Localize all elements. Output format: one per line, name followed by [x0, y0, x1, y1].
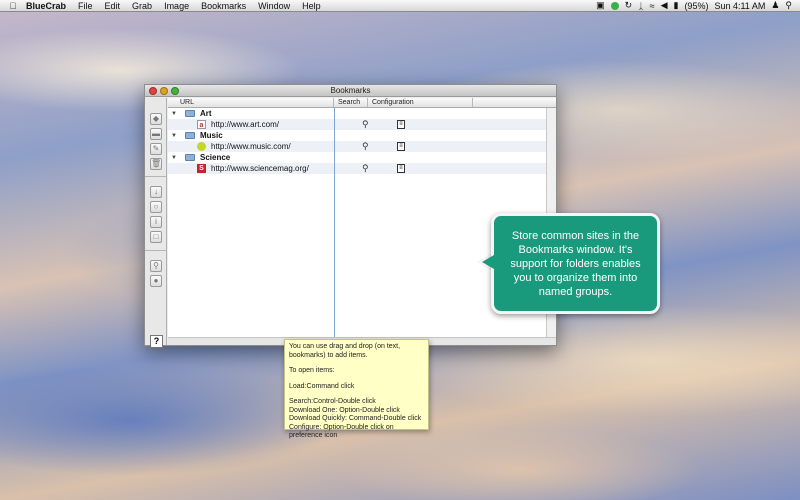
feature-callout: Store common sites in the Bookmarks wind…	[491, 213, 660, 314]
menu-image[interactable]: Image	[158, 1, 195, 11]
preference-icon[interactable]: ≡	[397, 120, 405, 129]
info-icon[interactable]: i	[150, 216, 162, 228]
screen-icon[interactable]: ▣	[596, 0, 605, 11]
bookmark-row-art[interactable]: a http://www.art.com/ ⚲ ≡	[168, 119, 556, 130]
tooltip-line: You can use drag and drop (on text, book…	[289, 343, 401, 359]
messages-status-icon[interactable]	[610, 1, 619, 10]
add-bookmark-button[interactable]: ◆	[150, 113, 162, 125]
column-header-url[interactable]: URL	[168, 98, 334, 107]
preference-icon[interactable]: ≡	[397, 164, 405, 173]
folder-row-science[interactable]: ▼ Science	[168, 152, 556, 163]
bookmark-row-music[interactable]: http://www.music.com/ ⚲ ≡	[168, 141, 556, 152]
menu-bar:  BlueCrab File Edit Grab Image Bookmark…	[0, 0, 800, 12]
preference-icon[interactable]: ≡	[397, 142, 405, 151]
bookmark-url: http://www.music.com/	[211, 142, 291, 151]
download-icon[interactable]: ↓	[150, 186, 162, 198]
disclosure-triangle-icon[interactable]: ▼	[171, 155, 177, 161]
minimize-icon[interactable]	[160, 87, 168, 95]
clock[interactable]: Sun 4:11 AM	[714, 1, 765, 11]
tooltip-line: To open items:	[289, 367, 335, 374]
new-folder-button[interactable]: ▬	[150, 128, 162, 140]
column-header-configuration[interactable]: Configuration	[368, 98, 473, 107]
search-icon[interactable]: ⚲	[362, 119, 369, 130]
tooltip-line: Download One: Option-Double click	[289, 406, 400, 414]
folder-label: Art	[200, 109, 212, 118]
menu-help[interactable]: Help	[296, 1, 327, 11]
column-header-search[interactable]: Search	[334, 98, 368, 107]
art-site-icon: a	[197, 120, 206, 129]
folder-row-art[interactable]: ▼ Art	[168, 108, 556, 119]
bookmark-url: http://www.art.com/	[211, 120, 280, 129]
menu-window[interactable]: Window	[252, 1, 296, 11]
user-icon[interactable]: ♟	[771, 0, 779, 11]
side-toolbar: ◆ ▬ ✎ 🗑 ↓ ○ i □ ⚲ ● ?	[145, 98, 167, 348]
window-title: Bookmarks	[330, 86, 371, 95]
menu-grab[interactable]: Grab	[126, 1, 158, 11]
spotlight-icon[interactable]: ⚲	[785, 0, 792, 11]
battery-percent: (95%)	[684, 0, 709, 11]
column-header-empty	[473, 98, 556, 107]
close-icon[interactable]	[149, 87, 157, 95]
toolbar-divider	[145, 250, 167, 251]
help-button[interactable]: ?	[150, 335, 163, 348]
zoom-icon[interactable]	[171, 87, 179, 95]
callout-pointer-fill	[482, 255, 494, 269]
disclosure-triangle-icon[interactable]: ▼	[171, 133, 177, 139]
tooltip-line: Configure: Option-Double click on prefer…	[289, 423, 394, 440]
column-divider	[334, 108, 335, 345]
menu-bookmarks[interactable]: Bookmarks	[195, 1, 252, 11]
music-site-icon	[197, 142, 206, 151]
menu-bluecrab[interactable]: BlueCrab	[20, 1, 72, 11]
toolbar-divider	[145, 176, 167, 177]
folder-icon	[185, 132, 195, 139]
bookmark-row-science[interactable]: S http://www.sciencemag.org/ ⚲ ≡	[168, 163, 556, 174]
edit-bookmark-button[interactable]: ✎	[150, 143, 162, 155]
tooltip-line: Download Quickly: Command-Double click	[289, 415, 422, 422]
column-header-row: URL Search Configuration	[168, 98, 556, 108]
wifi-icon[interactable]: ≈	[650, 1, 655, 11]
callout-text: Store common sites in the Bookmarks wind…	[510, 229, 641, 298]
tooltip-line: Load:Command click	[289, 382, 355, 390]
window-controls	[149, 87, 179, 95]
configure-icon[interactable]: □	[150, 231, 162, 243]
folder-icon	[185, 110, 195, 117]
folder-icon	[185, 154, 195, 161]
delete-icon[interactable]: 🗑	[150, 158, 162, 170]
globe-icon[interactable]: ●	[150, 275, 162, 287]
folder-label: Music	[200, 131, 223, 140]
menu-file[interactable]: File	[72, 1, 99, 11]
battery-icon[interactable]: ▮	[673, 0, 678, 11]
search-icon[interactable]: ⚲	[362, 141, 369, 152]
help-tooltip: You can use drag and drop (on text, book…	[284, 339, 429, 439]
search-icon[interactable]: ⚲	[362, 163, 369, 174]
window-titlebar[interactable]: Bookmarks	[145, 85, 556, 97]
science-site-icon: S	[197, 164, 206, 173]
apple-menu-icon[interactable]: 	[6, 1, 20, 11]
time-machine-icon[interactable]: ↻	[625, 0, 633, 11]
disclosure-triangle-icon[interactable]: ▼	[171, 111, 177, 117]
menu-edit[interactable]: Edit	[99, 1, 127, 11]
search-icon[interactable]: ⚲	[150, 260, 162, 272]
download-quick-icon[interactable]: ○	[150, 201, 162, 213]
folder-row-music[interactable]: ▼ Music	[168, 130, 556, 141]
bluetooth-icon[interactable]: ᛣ	[638, 1, 643, 11]
status-area: ▣ ↻ ᛣ ≈ ◀ ▮ (95%) Sun 4:11 AM ♟ ⚲	[596, 0, 800, 11]
volume-icon[interactable]: ◀	[661, 0, 668, 11]
bookmark-url: http://www.sciencemag.org/	[211, 164, 309, 173]
folder-label: Science	[200, 153, 231, 162]
tooltip-line: Search:Control-Double click	[289, 398, 376, 405]
